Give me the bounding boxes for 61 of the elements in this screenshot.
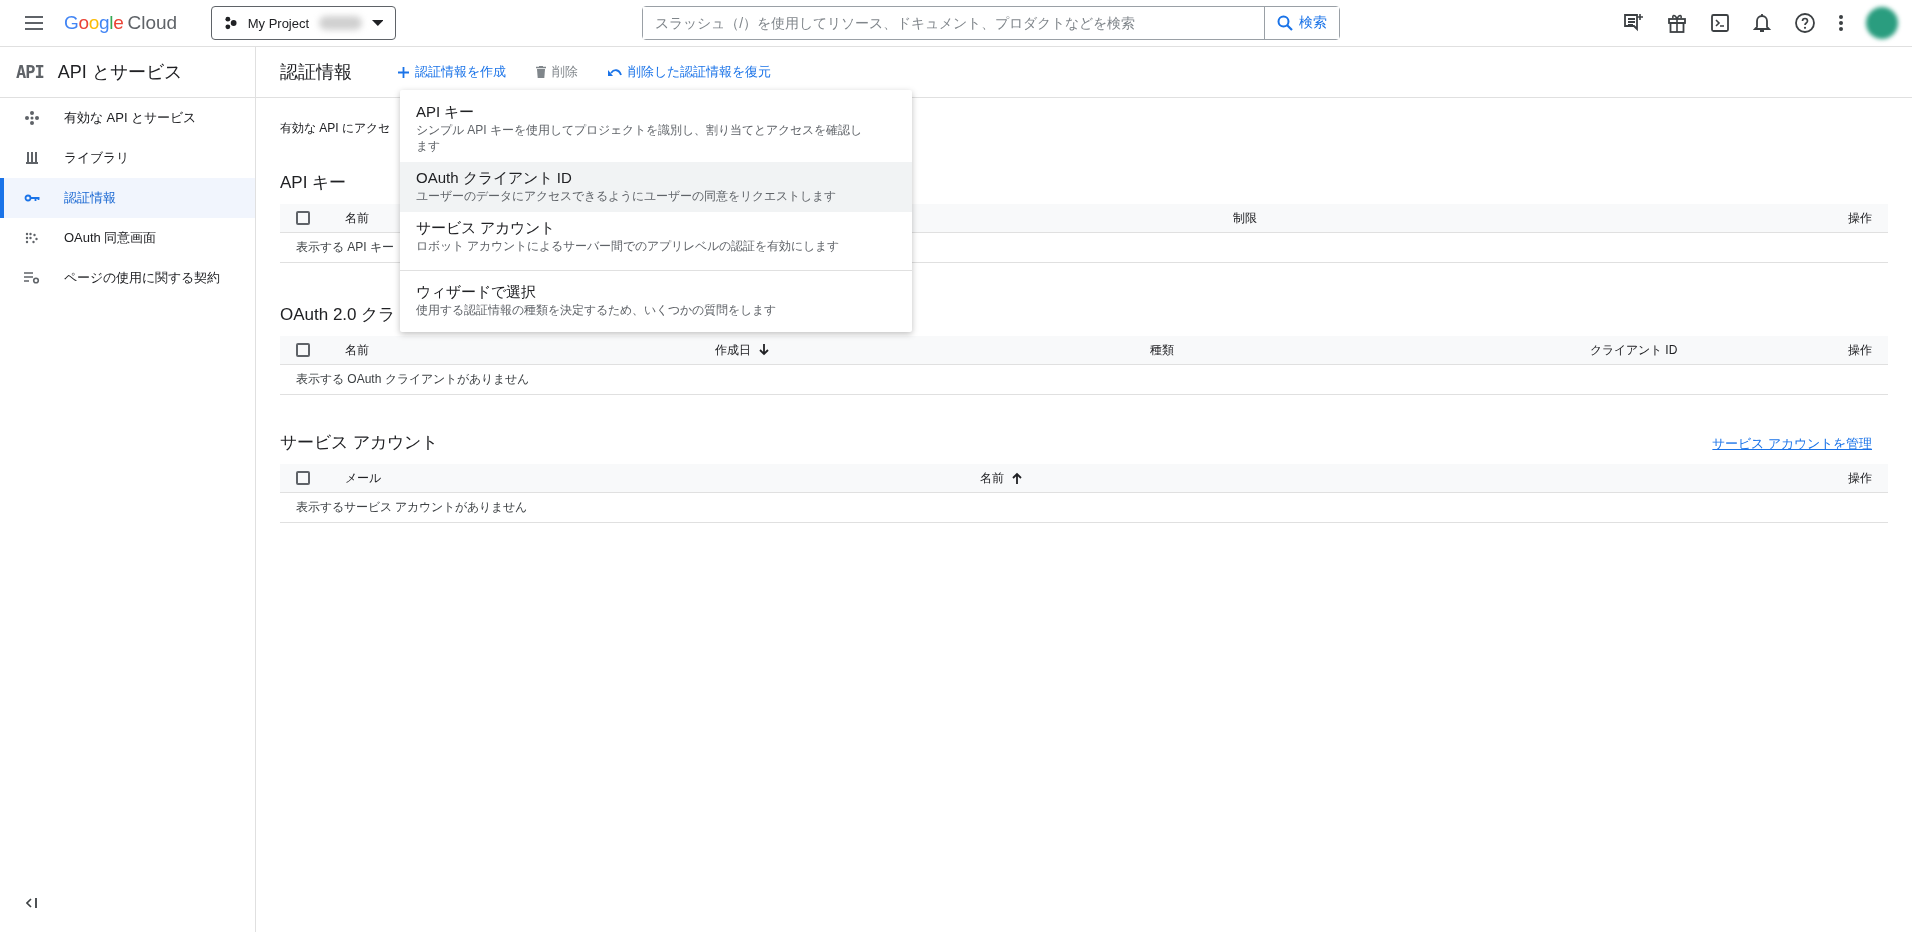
menu-item[interactable]: ウィザードで選択 使用する認証情報の種類を決定するため、いくつかの質問をします: [400, 270, 912, 326]
logo-text[interactable]: Google: [64, 12, 124, 34]
empty-message: 表示する API キー: [296, 239, 394, 256]
trash-icon: [536, 66, 546, 78]
section-title: OAuth 2.0 クラ: [280, 304, 396, 326]
empty-message: 表示する OAuth クライアントがありません: [296, 371, 529, 388]
column-header[interactable]: 操作: [1848, 209, 1872, 227]
terminal-icon[interactable]: [1710, 13, 1730, 33]
toolbar-button[interactable]: 認証情報を作成: [392, 59, 512, 85]
caret-icon: [371, 20, 384, 26]
menu-item[interactable]: API キー シンプル API キーを使用してプロジェクトを識別し、割り当てとアクセスを確認します: [400, 96, 912, 162]
project-picker[interactable]: My Project: [211, 6, 397, 40]
plus-icon: [398, 66, 409, 78]
sidebar-item[interactable]: 有効な API とサービス: [0, 98, 255, 138]
column-header[interactable]: 作成日: [715, 341, 1150, 359]
feedback-icon[interactable]: [1622, 12, 1644, 34]
list-settings-icon: [24, 272, 40, 284]
manage-link[interactable]: サービス アカウントを管理: [1712, 435, 1872, 453]
checkbox[interactable]: [296, 343, 310, 357]
dots-icon: [24, 232, 40, 244]
column-header[interactable]: 制限: [1233, 209, 1848, 227]
description-text: 有効な API にアクセ: [280, 120, 390, 137]
column-header[interactable]: クライアント ID: [1590, 341, 1848, 359]
help-icon[interactable]: [1794, 12, 1816, 34]
sidebar-item[interactable]: ライブラリ: [0, 138, 255, 178]
sidebar-item[interactable]: 認証情報: [0, 178, 255, 218]
menu-item[interactable]: サービス アカウント ロボット アカウントによるサーバー間でのアプリレベルの認証を有効にします: [400, 212, 912, 262]
notifications-icon[interactable]: [1752, 12, 1772, 34]
sidebar-item[interactable]: OAuth 同意画面: [0, 218, 255, 258]
product-name: Cloud: [127, 12, 178, 34]
column-header[interactable]: 操作: [1848, 341, 1872, 359]
column-header[interactable]: 名前: [345, 341, 715, 359]
more-icon[interactable]: [1838, 13, 1844, 33]
redacted-mark: [319, 16, 362, 30]
sidebar-title: API とサービス: [57, 61, 182, 84]
column-header[interactable]: 名前: [980, 469, 1848, 487]
empty-message: 表示するサービス アカウントがありません: [296, 499, 528, 516]
collapse-icon[interactable]: [26, 898, 38, 908]
search-field[interactable]: スラッシュ（/）を使用してリソース、ドキュメント、プロダクトなどを検索 検索: [642, 6, 1341, 40]
avatar[interactable]: [1866, 7, 1898, 39]
library-icon: [24, 151, 40, 165]
search-icon: [1277, 15, 1294, 31]
sidebar-item[interactable]: ページの使用に関する契約: [0, 258, 255, 298]
column-header[interactable]: 操作: [1848, 469, 1872, 487]
column-header[interactable]: メール: [345, 469, 980, 487]
gift-icon[interactable]: [1666, 12, 1688, 34]
menu-icon[interactable]: [25, 16, 43, 30]
section-title: サービス アカウント: [280, 432, 438, 454]
key-icon: [24, 194, 40, 202]
api-logo-text: API: [16, 62, 44, 82]
project-icon: [224, 16, 238, 30]
checkbox[interactable]: [296, 211, 310, 225]
checkbox[interactable]: [296, 471, 310, 485]
toolbar-button[interactable]: 削除した認証情報を復元: [602, 59, 777, 85]
column-header[interactable]: 種類: [1150, 341, 1590, 359]
section-title: API キー: [280, 172, 347, 194]
menu-item[interactable]: OAuth クライアント ID ユーザーのデータにアクセスできるようにユーザーの同意をリクエストします: [400, 162, 912, 212]
nodes-icon: [24, 111, 40, 125]
page-title: 認証情報: [280, 61, 352, 84]
search-button[interactable]: 検索: [1264, 7, 1340, 39]
undo-icon: [608, 67, 622, 77]
